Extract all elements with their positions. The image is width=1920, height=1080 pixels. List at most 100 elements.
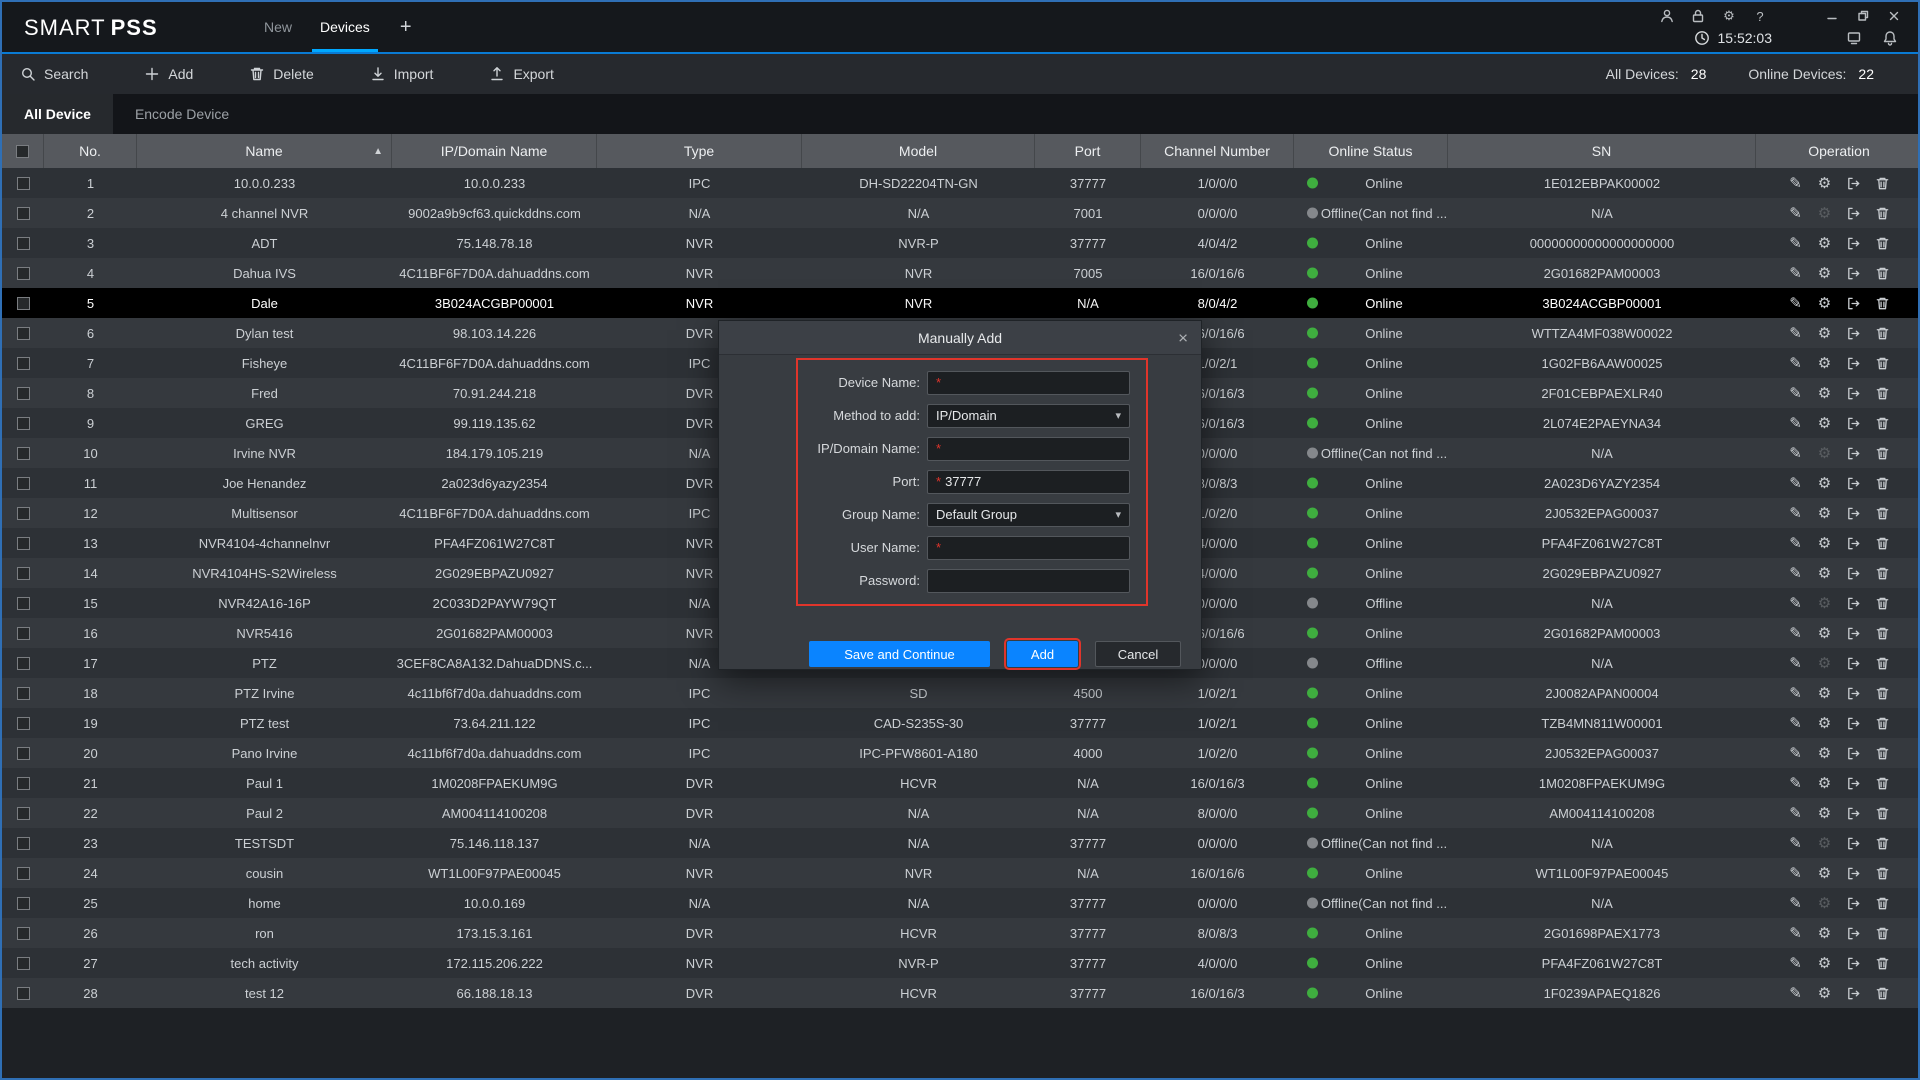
settings-icon[interactable]: ⚙ — [1817, 295, 1833, 311]
delete-icon[interactable] — [1875, 595, 1891, 611]
table-row[interactable]: 21Paul 11M0208FPAEKUM9GDVRHCVRN/A16/0/16… — [2, 768, 1918, 798]
search-button[interactable]: Search — [20, 66, 88, 82]
settings-icon[interactable]: ⚙ — [1817, 325, 1833, 341]
logout-icon[interactable] — [1846, 595, 1862, 611]
delete-icon[interactable] — [1875, 655, 1891, 671]
save-and-continue-button[interactable]: Save and Continue — [809, 641, 990, 667]
row-checkbox[interactable] — [2, 678, 44, 708]
settings-icon[interactable]: ⚙ — [1817, 865, 1833, 881]
edit-icon[interactable]: ✎ — [1788, 685, 1804, 701]
user-icon[interactable] — [1659, 8, 1675, 24]
logout-icon[interactable] — [1846, 445, 1862, 461]
edit-icon[interactable]: ✎ — [1788, 655, 1804, 671]
row-checkbox[interactable] — [2, 858, 44, 888]
delete-icon[interactable] — [1875, 235, 1891, 251]
table-row[interactable]: 20Pano Irvine4c11bf6f7d0a.dahuaddns.comI… — [2, 738, 1918, 768]
logout-icon[interactable] — [1846, 925, 1862, 941]
settings-icon[interactable]: ⚙ — [1817, 535, 1833, 551]
edit-icon[interactable]: ✎ — [1788, 805, 1804, 821]
table-row[interactable]: 28test 1266.188.18.13DVRHCVR3777716/0/16… — [2, 978, 1918, 1008]
table-row[interactable]: 26ron173.15.3.161DVRHCVR377778/0/8/3Onli… — [2, 918, 1918, 948]
delete-icon[interactable] — [1875, 805, 1891, 821]
settings-icon[interactable]: ⚙ — [1817, 265, 1833, 281]
edit-icon[interactable]: ✎ — [1788, 565, 1804, 581]
row-checkbox[interactable] — [2, 618, 44, 648]
settings-icon[interactable]: ⚙ — [1817, 355, 1833, 371]
header-ip-domain[interactable]: IP/Domain Name — [392, 134, 597, 168]
edit-icon[interactable]: ✎ — [1788, 865, 1804, 881]
logout-icon[interactable] — [1846, 235, 1862, 251]
edit-icon[interactable]: ✎ — [1788, 235, 1804, 251]
edit-icon[interactable]: ✎ — [1788, 895, 1804, 911]
header-no[interactable]: No. — [44, 134, 137, 168]
edit-icon[interactable]: ✎ — [1788, 175, 1804, 191]
logout-icon[interactable] — [1846, 955, 1862, 971]
table-row[interactable]: 5Dale3B024ACGBP00001NVRNVRN/A8/0/4/2Onli… — [2, 288, 1918, 318]
table-row[interactable]: 24cousinWT1L00F97PAE00045NVRNVRN/A16/0/1… — [2, 858, 1918, 888]
table-row[interactable]: 3ADT75.148.78.18NVRNVR-P377774/0/4/2Onli… — [2, 228, 1918, 258]
row-checkbox[interactable] — [2, 198, 44, 228]
settings-icon[interactable]: ⚙ — [1817, 895, 1833, 911]
logout-icon[interactable] — [1846, 205, 1862, 221]
delete-icon[interactable] — [1875, 175, 1891, 191]
group-name-select[interactable]: Default Group▾ — [927, 503, 1130, 527]
edit-icon[interactable]: ✎ — [1788, 955, 1804, 971]
delete-icon[interactable] — [1875, 775, 1891, 791]
settings-icon[interactable]: ⚙ — [1817, 655, 1833, 671]
settings-icon[interactable]: ⚙ — [1817, 595, 1833, 611]
settings-gear-icon[interactable]: ⚙ — [1721, 8, 1737, 24]
settings-icon[interactable]: ⚙ — [1817, 805, 1833, 821]
minimize-icon[interactable] — [1824, 8, 1840, 24]
password-input[interactable] — [927, 569, 1130, 593]
edit-icon[interactable]: ✎ — [1788, 355, 1804, 371]
settings-icon[interactable]: ⚙ — [1817, 505, 1833, 521]
row-checkbox[interactable] — [2, 258, 44, 288]
settings-icon[interactable]: ⚙ — [1817, 475, 1833, 491]
delete-icon[interactable] — [1875, 355, 1891, 371]
logout-icon[interactable] — [1846, 985, 1862, 1001]
delete-icon[interactable] — [1875, 835, 1891, 851]
settings-icon[interactable]: ⚙ — [1817, 385, 1833, 401]
header-type[interactable]: Type — [597, 134, 802, 168]
logout-icon[interactable] — [1846, 805, 1862, 821]
delete-icon[interactable] — [1875, 685, 1891, 701]
edit-icon[interactable]: ✎ — [1788, 835, 1804, 851]
settings-icon[interactable]: ⚙ — [1817, 985, 1833, 1001]
settings-icon[interactable]: ⚙ — [1817, 205, 1833, 221]
row-checkbox[interactable] — [2, 948, 44, 978]
import-button[interactable]: Import — [370, 66, 434, 82]
row-checkbox[interactable] — [2, 828, 44, 858]
settings-icon[interactable]: ⚙ — [1817, 235, 1833, 251]
row-checkbox[interactable] — [2, 528, 44, 558]
delete-icon[interactable] — [1875, 715, 1891, 731]
table-row[interactable]: 24 channel NVR9002a9b9cf63.quickddns.com… — [2, 198, 1918, 228]
edit-icon[interactable]: ✎ — [1788, 295, 1804, 311]
table-row[interactable]: 23TESTSDT75.146.118.137N/AN/A377770/0/0/… — [2, 828, 1918, 858]
delete-icon[interactable] — [1875, 295, 1891, 311]
delete-icon[interactable] — [1875, 265, 1891, 281]
delete-icon[interactable] — [1875, 865, 1891, 881]
delete-icon[interactable] — [1875, 985, 1891, 1001]
row-checkbox[interactable] — [2, 288, 44, 318]
logout-icon[interactable] — [1846, 295, 1862, 311]
row-checkbox[interactable] — [2, 888, 44, 918]
add-button[interactable]: Add — [144, 66, 193, 82]
tab-new[interactable]: New — [250, 2, 306, 52]
logout-icon[interactable] — [1846, 535, 1862, 551]
table-row[interactable]: 19PTZ test73.64.211.122IPCCAD-S235S-3037… — [2, 708, 1918, 738]
cancel-button[interactable]: Cancel — [1095, 641, 1181, 667]
row-checkbox[interactable] — [2, 438, 44, 468]
logout-icon[interactable] — [1846, 355, 1862, 371]
delete-button[interactable]: Delete — [249, 66, 313, 82]
row-checkbox[interactable] — [2, 648, 44, 678]
edit-icon[interactable]: ✎ — [1788, 625, 1804, 641]
add-device-button[interactable]: Add — [1007, 641, 1078, 667]
logout-icon[interactable] — [1846, 655, 1862, 671]
header-select-all-checkbox[interactable] — [2, 134, 44, 168]
row-checkbox[interactable] — [2, 228, 44, 258]
delete-icon[interactable] — [1875, 415, 1891, 431]
settings-icon[interactable]: ⚙ — [1817, 175, 1833, 191]
edit-icon[interactable]: ✎ — [1788, 505, 1804, 521]
delete-icon[interactable] — [1875, 625, 1891, 641]
delete-icon[interactable] — [1875, 205, 1891, 221]
